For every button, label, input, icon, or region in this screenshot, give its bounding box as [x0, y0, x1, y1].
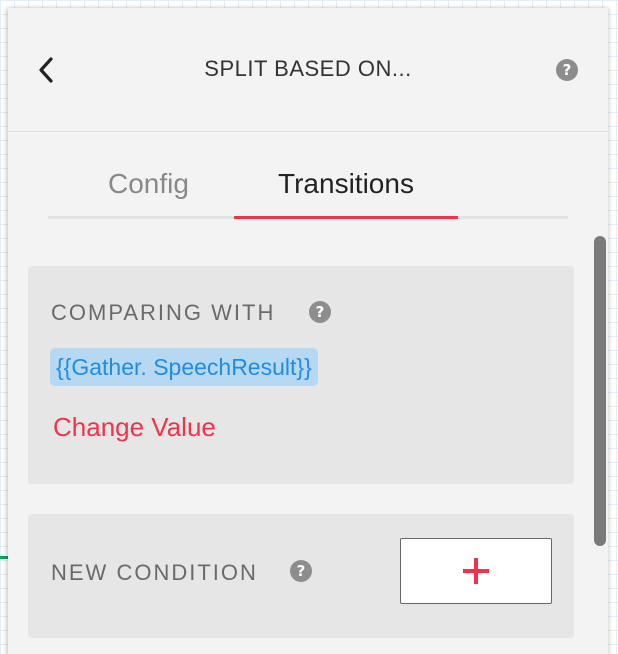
comparing-with-card: COMPARING WITH ? {{Gather. SpeechResult}… — [28, 266, 574, 484]
tab-transitions[interactable]: Transitions — [234, 168, 458, 219]
variable-value-chip: {{Gather. SpeechResult}} — [50, 348, 318, 386]
plus-icon — [463, 558, 489, 584]
add-condition-button[interactable] — [400, 538, 552, 604]
split-widget-panel: SPLIT BASED ON... ? Config Transitions C… — [8, 8, 608, 654]
question-circle-icon[interactable]: ? — [309, 301, 331, 323]
comparing-with-label: COMPARING WITH — [51, 300, 276, 325]
scrollbar-thumb[interactable] — [594, 236, 606, 546]
new-condition-card: NEW CONDITION ? — [28, 514, 574, 638]
question-circle-icon[interactable]: ? — [556, 59, 578, 81]
tab-bar: Config Transitions — [48, 158, 568, 219]
change-value-link[interactable]: Change Value — [53, 412, 216, 443]
new-condition-label: NEW CONDITION — [51, 560, 258, 585]
tab-config[interactable]: Config — [108, 168, 189, 200]
question-circle-icon[interactable]: ? — [290, 560, 312, 582]
panel-header: SPLIT BASED ON... ? — [8, 8, 608, 132]
page-title: SPLIT BASED ON... — [204, 56, 412, 81]
